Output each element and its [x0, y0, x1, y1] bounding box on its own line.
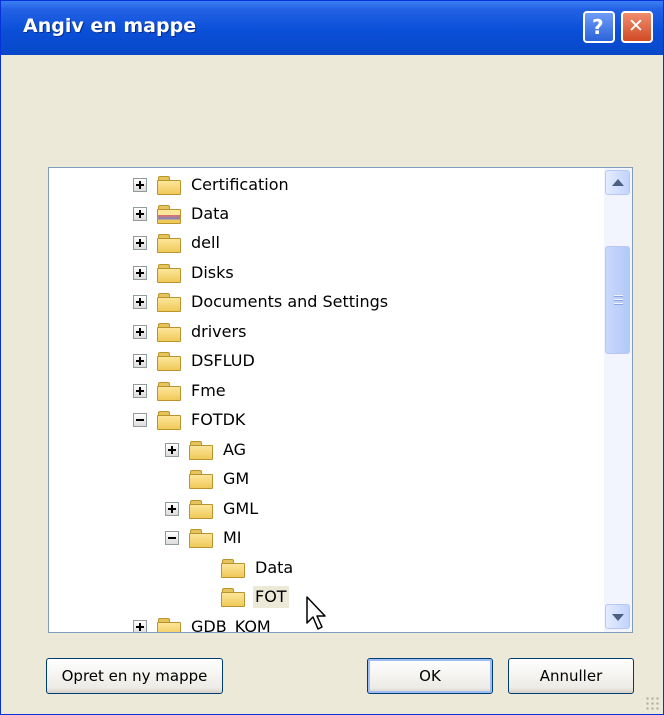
expand-icon[interactable]: [165, 443, 179, 457]
tree-item-label[interactable]: Data: [253, 557, 295, 579]
folder-icon: [221, 587, 245, 607]
title-bar[interactable]: Angiv en mappe ? ✕: [1, 1, 663, 55]
expand-icon[interactable]: [133, 207, 147, 221]
folder-icon: [157, 263, 181, 283]
help-icon: ?: [592, 15, 604, 39]
tree-item-label[interactable]: DSFLUD: [189, 350, 257, 372]
expand-icon[interactable]: [133, 236, 147, 250]
expand-icon[interactable]: [133, 325, 147, 339]
collapse-icon[interactable]: [165, 531, 179, 545]
folder-icon: [157, 351, 181, 371]
folder-icon: [189, 499, 213, 519]
close-button[interactable]: ✕: [621, 11, 653, 43]
scroll-up-button[interactable]: [605, 170, 630, 195]
expand-icon[interactable]: [133, 620, 147, 632]
scroll-thumb[interactable]: [605, 246, 630, 354]
tree-item-label[interactable]: Data: [189, 203, 231, 225]
arrow-down-icon: [612, 614, 624, 621]
grip-icon: [614, 295, 623, 296]
folder-icon: [189, 528, 213, 548]
folder-icon: [157, 322, 181, 342]
tree-item-label[interactable]: GM: [221, 468, 251, 490]
expand-icon[interactable]: [133, 178, 147, 192]
tree-item-label[interactable]: AG: [221, 439, 248, 461]
folder-icon: [157, 617, 181, 632]
new-folder-button[interactable]: Opret en ny mappe: [46, 658, 223, 694]
folder-icon: [189, 469, 213, 489]
tree-item-label-selected[interactable]: FOT: [253, 586, 289, 608]
tree-item-label[interactable]: dell: [189, 232, 222, 254]
special-folder-icon: [157, 204, 181, 224]
expand-icon[interactable]: [133, 266, 147, 280]
folder-icon: [157, 292, 181, 312]
tree-item-label[interactable]: GDB_KOM: [189, 616, 273, 632]
close-icon: ✕: [628, 15, 644, 37]
ok-button[interactable]: OK: [367, 658, 493, 694]
tree-item-label[interactable]: Certification: [189, 174, 291, 196]
scroll-down-button[interactable]: [605, 604, 630, 629]
tree-item-label[interactable]: MI: [221, 527, 244, 549]
grip-icon: [614, 303, 623, 304]
tree-item-label[interactable]: GML: [221, 498, 260, 520]
folder-icon: [157, 233, 181, 253]
folder-tree[interactable]: Certification Data dell Disks Documents …: [48, 167, 633, 633]
folder-icon: [157, 381, 181, 401]
folder-icon: [157, 175, 181, 195]
collapse-icon[interactable]: [133, 413, 147, 427]
dialog-title: Angiv en mappe: [23, 15, 197, 37]
resize-grip-icon[interactable]: [645, 696, 659, 710]
mouse-cursor-icon: [306, 596, 326, 630]
arrow-up-icon: [612, 179, 624, 186]
folder-dialog: Angiv en mappe ? ✕ Certification Data de…: [0, 0, 664, 715]
expand-icon[interactable]: [133, 354, 147, 368]
tree-item-label[interactable]: Fme: [189, 380, 228, 402]
folder-icon: [221, 558, 245, 578]
cancel-button[interactable]: Annuller: [508, 658, 634, 694]
expand-icon[interactable]: [133, 295, 147, 309]
vertical-scrollbar[interactable]: [604, 168, 632, 632]
tree-item-label[interactable]: Disks: [189, 262, 236, 284]
folder-icon: [157, 410, 181, 430]
tree-item-label[interactable]: FOTDK: [189, 409, 247, 431]
tree-item-label[interactable]: drivers: [189, 321, 248, 343]
folder-icon: [189, 440, 213, 460]
grip-icon: [614, 299, 623, 300]
help-button[interactable]: ?: [583, 11, 615, 43]
expand-icon[interactable]: [165, 502, 179, 516]
expand-icon[interactable]: [133, 384, 147, 398]
tree-item-label[interactable]: Documents and Settings: [189, 291, 390, 313]
